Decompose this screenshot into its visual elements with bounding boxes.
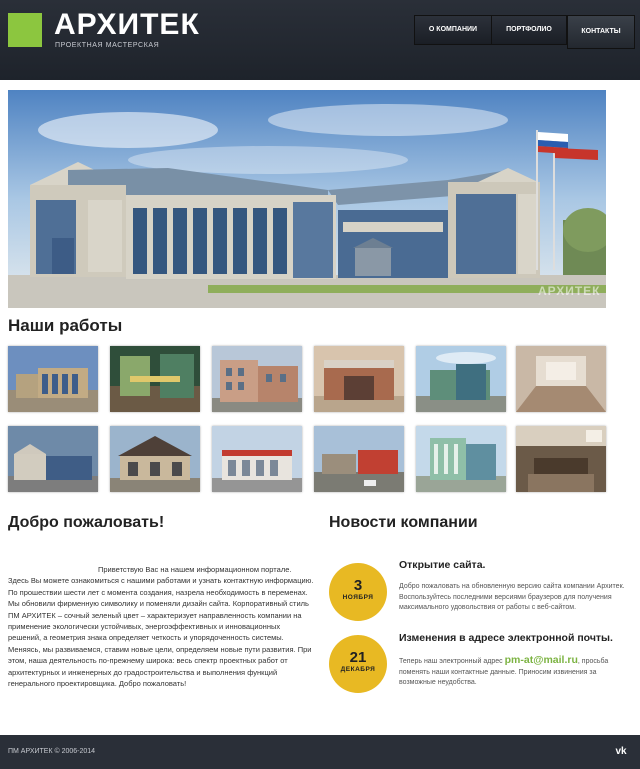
work-thumbnail-5[interactable]: [416, 346, 506, 412]
text-indent: [8, 571, 98, 572]
work-image-2: [110, 346, 200, 412]
work-image-9: [212, 426, 302, 492]
work-thumbnail-6[interactable]: [516, 346, 606, 412]
news-date-badge-2: 21 ДЕКАБРЯ: [329, 635, 387, 693]
nav-item-about[interactable]: О КОМПАНИИ: [414, 15, 492, 45]
work-thumbnail-9[interactable]: [212, 426, 302, 492]
news-text-2: Теперь наш электронный адрес pm-at@mail.…: [399, 655, 634, 689]
logo-title[interactable]: АРХИТЕК: [54, 9, 200, 41]
work-image-3: [212, 346, 302, 412]
welcome-text-block: Приветствую Вас на нашем информационном …: [8, 564, 314, 689]
work-thumbnail-1[interactable]: [8, 346, 98, 412]
work-thumbnail-10[interactable]: [314, 426, 404, 492]
work-thumbnail-3[interactable]: [212, 346, 302, 412]
work-image-10: [314, 426, 404, 492]
work-thumbnail-8[interactable]: [110, 426, 200, 492]
work-image-5: [416, 346, 506, 412]
work-thumbnail-12[interactable]: [516, 426, 606, 492]
news-date-month: ДЕКАБРЯ: [340, 666, 376, 673]
hero-building-illustration: [8, 90, 606, 308]
work-image-4: [314, 346, 404, 412]
news-date-day: 3: [353, 577, 363, 594]
news-text-1: Добро пожаловать на обновленную версию с…: [399, 583, 625, 611]
work-image-7: [8, 426, 98, 492]
logo-mark[interactable]: [8, 13, 42, 47]
vk-icon[interactable]: vk: [613, 745, 629, 759]
email-link[interactable]: pm-at@mail.ru: [505, 654, 578, 666]
work-thumbnail-2[interactable]: [110, 346, 200, 412]
work-thumbnail-11[interactable]: [416, 426, 506, 492]
works-title: Наши работы: [8, 316, 123, 335]
work-image-8: [110, 426, 200, 492]
welcome-title: Добро пожаловать!: [8, 514, 165, 531]
welcome-text: Приветствую Вас на нашем информационном …: [8, 565, 314, 689]
work-thumbnail-7[interactable]: [8, 426, 98, 492]
hero-watermark: АРХИТЕК: [538, 284, 601, 298]
news-text-before: Теперь наш электронный адрес: [399, 658, 503, 665]
copyright: ПМ АРХИТЕК © 2006-2014: [8, 748, 96, 755]
logo-subtitle: ПРОЕКТНАЯ МАСТЕРСКАЯ: [55, 42, 160, 49]
news-heading-1[interactable]: Открытие сайта.: [399, 559, 485, 571]
news-title: Новости компании: [329, 514, 478, 531]
main-nav: О КОМПАНИИ ПОРТФОЛИО КОНТАКТЫ: [414, 15, 635, 49]
work-image-1: [8, 346, 98, 412]
news-heading-2[interactable]: Изменения в адресе электронной почты.: [399, 632, 613, 644]
nav-item-portfolio[interactable]: ПОРТФОЛИО: [492, 15, 567, 45]
site-header: АРХИТЕК ПРОЕКТНАЯ МАСТЕРСКАЯ О КОМПАНИИ …: [0, 0, 640, 80]
work-thumbnail-4[interactable]: [314, 346, 404, 412]
news-date-month: НОЯБРЯ: [342, 594, 374, 601]
work-image-12: [516, 426, 606, 492]
work-image-6: [516, 346, 606, 412]
hero-banner: АРХИТЕК: [8, 90, 606, 308]
work-image-11: [416, 426, 506, 492]
news-date-badge-1: 3 НОЯБРЯ: [329, 563, 387, 621]
news-date-day: 21: [349, 649, 367, 666]
nav-item-contacts[interactable]: КОНТАКТЫ: [567, 15, 635, 49]
site-footer: ПМ АРХИТЕК © 2006-2014 vk: [0, 735, 640, 769]
